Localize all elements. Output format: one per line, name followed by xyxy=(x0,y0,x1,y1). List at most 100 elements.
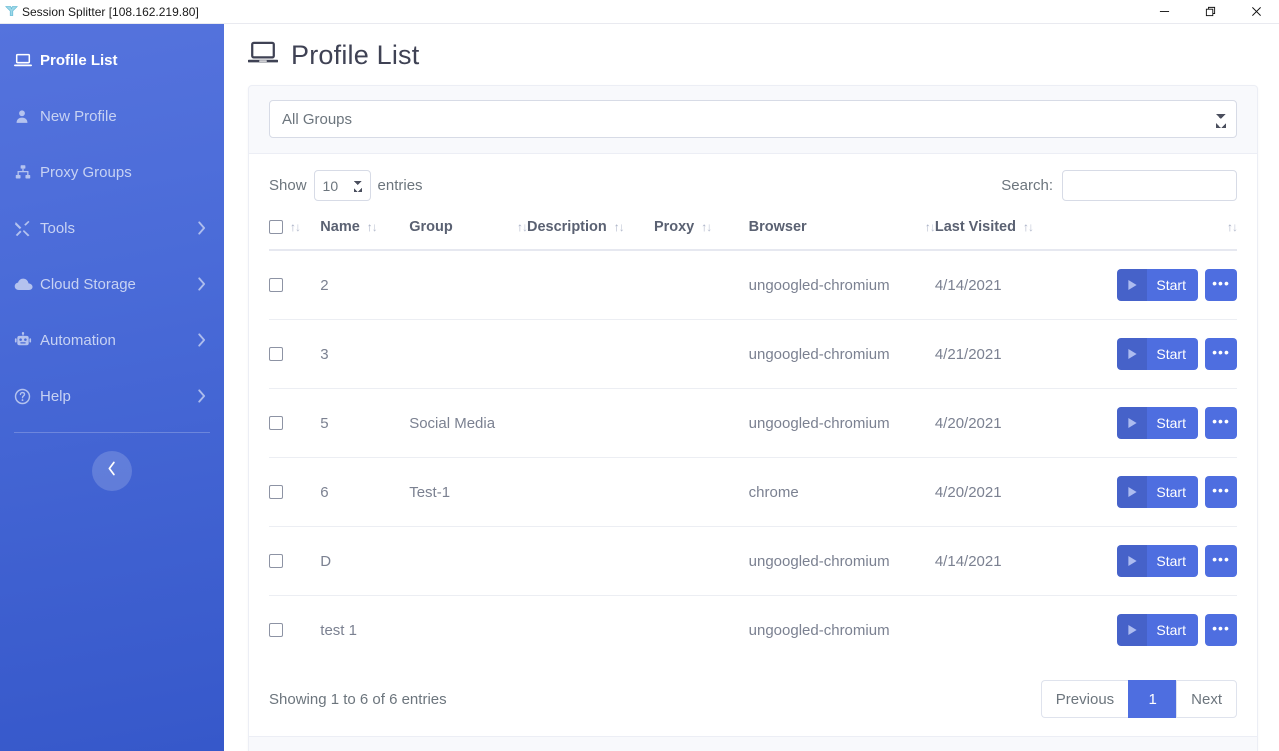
sidebar-item-cloud-storage[interactable]: Cloud Storage xyxy=(0,256,224,312)
sort-updown-icon: ↑↓ xyxy=(290,220,301,234)
start-button-label: Start xyxy=(1156,622,1186,638)
robot-icon xyxy=(14,331,40,349)
column-label: Proxy xyxy=(653,219,695,235)
table-footer: Showing 1 to 6 of 6 entries Previous 1 Nex… xyxy=(269,664,1237,736)
ellipsis-icon: ••• xyxy=(1212,481,1230,498)
cell-description xyxy=(526,526,654,596)
chevron-right-icon xyxy=(197,277,206,291)
cell-description xyxy=(526,250,654,320)
maximize-button[interactable] xyxy=(1187,0,1233,24)
start-button[interactable]: Start xyxy=(1117,476,1198,508)
column-header-checkbox[interactable]: ↑↓ xyxy=(269,215,321,251)
sidebar-item-help[interactable]: Help xyxy=(0,368,224,424)
more-actions-button[interactable]: ••• xyxy=(1205,476,1237,508)
more-actions-button[interactable]: ••• xyxy=(1205,269,1237,301)
cell-browser: chrome xyxy=(748,457,935,527)
play-icon xyxy=(1117,476,1148,508)
sidebar-item-label: New Profile xyxy=(40,107,117,125)
row-checkbox[interactable] xyxy=(269,554,283,568)
sidebar-item-automation[interactable]: Automation xyxy=(0,312,224,368)
column-header-name[interactable]: Name ↑↓ xyxy=(320,215,410,251)
chevron-left-icon xyxy=(107,461,117,481)
search-input[interactable] xyxy=(1062,170,1237,201)
sidebar-item-label: Automation xyxy=(40,331,116,349)
table-row: 5 Social Media ungoogled-chromium 4/20/2021… xyxy=(269,388,1237,458)
ellipsis-icon: ••• xyxy=(1212,412,1230,429)
select-all-checkbox[interactable] xyxy=(269,220,283,234)
start-button[interactable]: Start xyxy=(1117,407,1198,439)
minimize-button[interactable] xyxy=(1141,0,1187,24)
pagination-button[interactable]: 1 xyxy=(1128,680,1177,718)
group-filter-section: All Groups xyxy=(249,86,1257,154)
sort-updown-icon: ↑↓ xyxy=(613,220,625,234)
close-button[interactable] xyxy=(1233,0,1279,24)
row-checkbox[interactable] xyxy=(269,485,283,499)
pagination-button[interactable]: Previous xyxy=(1040,680,1129,718)
start-button[interactable]: Start xyxy=(1117,269,1198,301)
start-button[interactable]: Start xyxy=(1117,545,1198,577)
cell-browser: ungoogled-chromium xyxy=(748,250,935,320)
sidebar-item-profile-list[interactable]: Profile List xyxy=(0,32,224,88)
column-header-proxy[interactable]: Proxy ↑↓ xyxy=(653,215,749,251)
cell-last-visited: 4/20/2021 xyxy=(934,388,1079,458)
start-button[interactable]: Start xyxy=(1117,338,1198,370)
sort-updown-icon: ↑↓ xyxy=(516,220,528,234)
cell-actions: Start ••• xyxy=(1078,526,1237,596)
row-checkbox[interactable] xyxy=(269,623,283,637)
more-actions-button[interactable]: ••• xyxy=(1205,545,1237,577)
sort-updown-icon: ↑↓ xyxy=(701,220,712,234)
cell-group: Test-1 xyxy=(409,457,527,527)
sidebar-item-tools[interactable]: Tools xyxy=(0,200,224,256)
profile-list-card: All Groups Show 10 entries Search: ↑↓ Na… xyxy=(248,85,1258,751)
cell-last-visited: 4/14/2021 xyxy=(934,250,1079,320)
window-controls xyxy=(1141,0,1279,24)
cell-proxy xyxy=(653,388,749,458)
cell-description xyxy=(526,388,654,458)
more-actions-button[interactable]: ••• xyxy=(1205,614,1237,646)
question-circle-icon xyxy=(14,388,40,405)
sort-updown-icon: ↑↓ xyxy=(924,220,936,234)
start-button-label: Start xyxy=(1156,277,1186,293)
start-button[interactable]: Start xyxy=(1117,614,1198,646)
row-checkbox[interactable] xyxy=(269,416,283,430)
laptop-icon xyxy=(247,40,279,71)
column-header-browser[interactable]: Browser ↑↓ xyxy=(748,215,936,251)
table-body: 2 ungoogled-chromium 4/14/2021 Start ••• 3 ung… xyxy=(269,250,1237,664)
cell-last-visited: 4/14/2021 xyxy=(934,526,1079,596)
cell-group xyxy=(409,596,527,665)
sidebar: Profile List New Profile Proxy Groups To… xyxy=(0,24,224,751)
pagination-button[interactable]: Next xyxy=(1176,680,1237,718)
cell-actions: Start ••• xyxy=(1078,319,1237,389)
column-header-description[interactable]: Description ↑↓ xyxy=(526,215,654,251)
page-header: Profile List xyxy=(247,38,1258,85)
column-header-last-visited[interactable]: Last Visited ↑↓ xyxy=(934,215,1079,251)
sidebar-item-proxy-groups[interactable]: Proxy Groups xyxy=(0,144,224,200)
cell-proxy xyxy=(654,596,749,665)
sidebar-item-new-profile[interactable]: New Profile xyxy=(0,88,224,144)
cell-last-visited: 4/20/2021 xyxy=(934,457,1079,527)
row-checkbox[interactable] xyxy=(269,347,283,361)
ellipsis-icon: ••• xyxy=(1212,274,1230,291)
user-icon xyxy=(14,108,40,125)
row-checkbox[interactable] xyxy=(269,278,283,292)
more-actions-button[interactable]: ••• xyxy=(1205,338,1237,370)
ellipsis-icon: ••• xyxy=(1212,343,1230,360)
page-length-select[interactable]: 10 xyxy=(313,170,371,201)
cell-proxy xyxy=(653,319,749,389)
cell-group xyxy=(409,319,527,389)
cell-description xyxy=(526,457,654,527)
cell-actions: Start ••• xyxy=(1078,250,1237,320)
window-titlebar: Session Splitter [108.162.219.80] xyxy=(0,0,1279,24)
more-actions-button[interactable]: ••• xyxy=(1205,407,1237,439)
page-title: Profile List xyxy=(291,40,420,70)
column-header-actions[interactable]: ↑↓ xyxy=(1078,215,1238,251)
bulk-actions-bar: *** Bulk Actions *** xyxy=(249,736,1257,751)
cell-proxy xyxy=(653,526,749,596)
group-filter-select[interactable]: All Groups xyxy=(269,100,1237,138)
start-button-label: Start xyxy=(1156,415,1186,431)
show-entries-control: Show 10 entries xyxy=(269,170,423,201)
cell-name: 3 xyxy=(320,319,410,389)
sidebar-collapse-button[interactable] xyxy=(92,451,132,491)
profile-table: ↑↓ Name ↑↓ Group ↑↓ Description ↑↓ Proxy… xyxy=(269,215,1238,664)
column-header-group[interactable]: Group ↑↓ xyxy=(409,215,528,251)
